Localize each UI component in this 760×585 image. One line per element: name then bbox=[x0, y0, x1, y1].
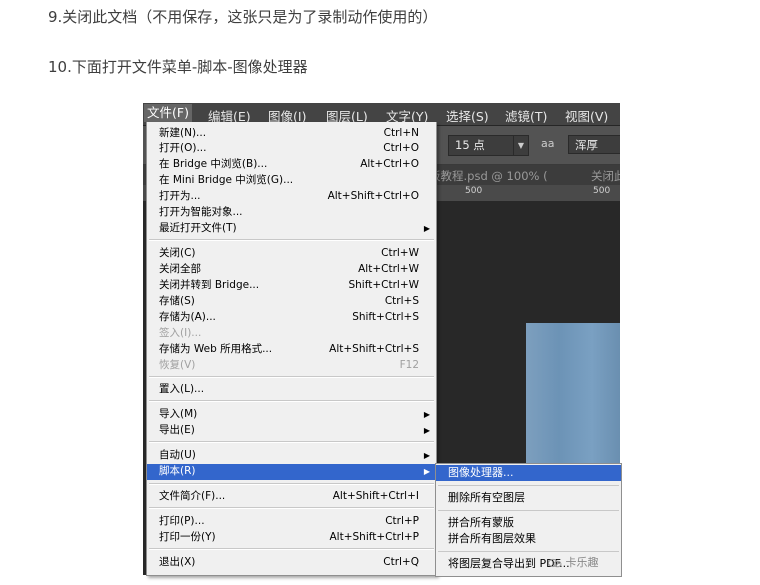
font-size-select[interactable]: 15 点 ▼ bbox=[448, 135, 529, 156]
menu-filter[interactable]: 滤镜(T) bbox=[505, 106, 547, 125]
menu-item-revert: 恢复(V) F12 bbox=[159, 359, 419, 371]
submenu-arrow-icon: ▶ bbox=[423, 451, 430, 460]
menu-item-save[interactable]: 存储(S) Ctrl+S bbox=[147, 294, 436, 309]
tab-document[interactable]: 板教程.psd @ 100% ( bbox=[429, 168, 548, 184]
article-step-9: 9.关闭此文档（不用保存，这张只是为了录制动作使用的） bbox=[48, 8, 438, 26]
ruler-label: 500 bbox=[593, 186, 611, 196]
submenu-arrow-icon: ▶ bbox=[423, 467, 430, 476]
menu-separator bbox=[438, 510, 619, 511]
file-menu: 新建(N)... Ctrl+N 打开(O)... Ctrl+O 在 Bridge 中… bbox=[146, 122, 437, 576]
submenu-item-flatten-masks[interactable]: 拼合所有蒙版 bbox=[436, 515, 621, 531]
menu-item-check-in: 签入(I)... bbox=[159, 327, 202, 339]
ruler-label: 500 bbox=[465, 186, 483, 196]
watermark-text: 卡乐趣 bbox=[565, 556, 599, 569]
submenu-arrow-icon: ▶ bbox=[423, 426, 430, 435]
menu-separator bbox=[149, 376, 434, 378]
article-step-10: 10.下面打开文件菜单-脚本-图像处理器 bbox=[48, 58, 308, 76]
menu-item-save-as[interactable]: 存储为(A)... Shift+Ctrl+S bbox=[147, 310, 436, 325]
submenu-arrow-icon: ▶ bbox=[423, 410, 430, 419]
menu-item-new[interactable]: 新建(N)... Ctrl+N bbox=[147, 126, 436, 141]
menu-separator bbox=[149, 548, 434, 550]
menu-item-close-all[interactable]: 关闭全部 Alt+Ctrl+W bbox=[147, 262, 436, 277]
submenu-item-flatten-layer-effects[interactable]: 拼合所有图层效果 bbox=[436, 531, 621, 547]
menu-item-print-one-copy[interactable]: 打印一份(Y) Alt+Shift+Ctrl+P bbox=[147, 530, 436, 545]
chevron-down-icon[interactable]: ▼ bbox=[513, 136, 528, 155]
menu-item-print[interactable]: 打印(P)... Ctrl+P bbox=[147, 514, 436, 529]
menu-item-browse-bridge[interactable]: 在 Bridge 中浏览(B)... Alt+Ctrl+O bbox=[147, 157, 436, 172]
menu-separator bbox=[438, 485, 619, 486]
font-size-value: 15 点 bbox=[455, 138, 485, 152]
menu-separator bbox=[149, 239, 434, 241]
menu-separator bbox=[149, 400, 434, 402]
menu-separator bbox=[149, 441, 434, 443]
submenu-item-image-processor[interactable]: 图像处理器... bbox=[436, 465, 621, 481]
menu-item-export[interactable]: 导出(E) ▶ bbox=[147, 423, 436, 438]
antialias-select[interactable]: 浑厚 bbox=[568, 135, 620, 154]
menu-item-open[interactable]: 打开(O)... Ctrl+O bbox=[147, 141, 436, 156]
menu-item-open-smart-object[interactable]: 打开为智能对象... bbox=[147, 205, 436, 220]
menu-item-open-as[interactable]: 打开为... Alt+Shift+Ctrl+O bbox=[147, 189, 436, 204]
menu-file[interactable]: 文件(F) bbox=[144, 104, 192, 122]
menu-item-close-go-bridge[interactable]: 关闭并转到 Bridge... Shift+Ctrl+W bbox=[147, 278, 436, 293]
submenu-arrow-icon: ▶ bbox=[423, 224, 430, 233]
menu-item-exit[interactable]: 退出(X) Ctrl+Q bbox=[147, 555, 436, 570]
menu-view[interactable]: 视图(V) bbox=[565, 106, 608, 125]
document-image[interactable] bbox=[526, 323, 620, 473]
menu-item-import[interactable]: 导入(M) ▶ bbox=[147, 407, 436, 422]
menu-item-browse-mini-bridge[interactable]: 在 Mini Bridge 中浏览(G)... bbox=[147, 173, 436, 188]
antialias-icon: aa bbox=[541, 137, 555, 150]
tab-close-hint[interactable]: 关闭此 bbox=[591, 168, 620, 184]
menu-item-save-for-web[interactable]: 存储为 Web 所用格式... Alt+Shift+Ctrl+S bbox=[147, 342, 436, 357]
menu-item-close[interactable]: 关闭(C) Ctrl+W bbox=[147, 246, 436, 261]
wechat-icon bbox=[548, 558, 562, 568]
watermark: 卡乐趣 bbox=[548, 554, 599, 570]
menu-separator bbox=[149, 507, 434, 509]
menu-separator bbox=[438, 551, 619, 552]
menu-item-file-info[interactable]: 文件简介(F)... Alt+Shift+Ctrl+I bbox=[147, 489, 436, 504]
menu-item-place[interactable]: 置入(L)... bbox=[147, 382, 436, 397]
menu-item-recent-files[interactable]: 最近打开文件(T) ▶ bbox=[147, 221, 436, 236]
menu-select[interactable]: 选择(S) bbox=[446, 106, 489, 125]
submenu-item-delete-empty-layers[interactable]: 删除所有空图层 bbox=[436, 490, 621, 506]
menu-item-automate[interactable]: 自动(U) ▶ bbox=[147, 448, 436, 463]
menu-separator bbox=[149, 483, 434, 485]
menu-item-scripts[interactable]: 脚本(R) ▶ bbox=[147, 464, 436, 480]
